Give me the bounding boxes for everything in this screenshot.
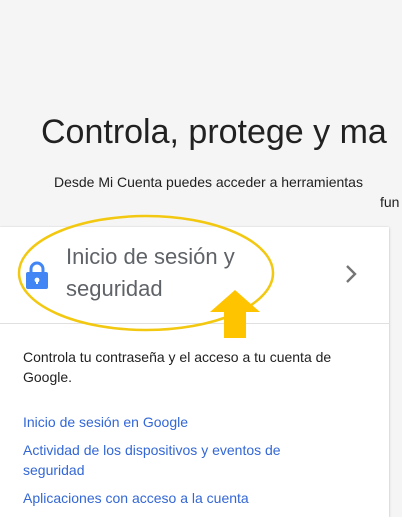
page-subtitle: Desde Mi Cuenta puedes acceder a herrami… [54, 174, 363, 190]
signin-security-card: Inicio de sesión y seguridad Controla tu… [0, 227, 389, 517]
page-subtitle-wrap: fun [380, 194, 400, 210]
chevron-right-icon[interactable] [342, 263, 362, 285]
link-connected-apps[interactable]: Aplicaciones con acceso a la cuenta [23, 488, 249, 508]
card-description: Controla tu contraseña y el acceso a tu … [23, 349, 332, 385]
link-device-activity[interactable]: Actividad de los dispositivos y eventos … [23, 440, 323, 480]
lock-icon [26, 261, 48, 289]
link-google-signin[interactable]: Inicio de sesión en Google [23, 412, 188, 432]
card-title: Inicio de sesión y seguridad [66, 244, 235, 301]
signin-security-header[interactable]: Inicio de sesión y seguridad [0, 227, 389, 324]
page-title: Controla, protege y ma [41, 113, 387, 151]
